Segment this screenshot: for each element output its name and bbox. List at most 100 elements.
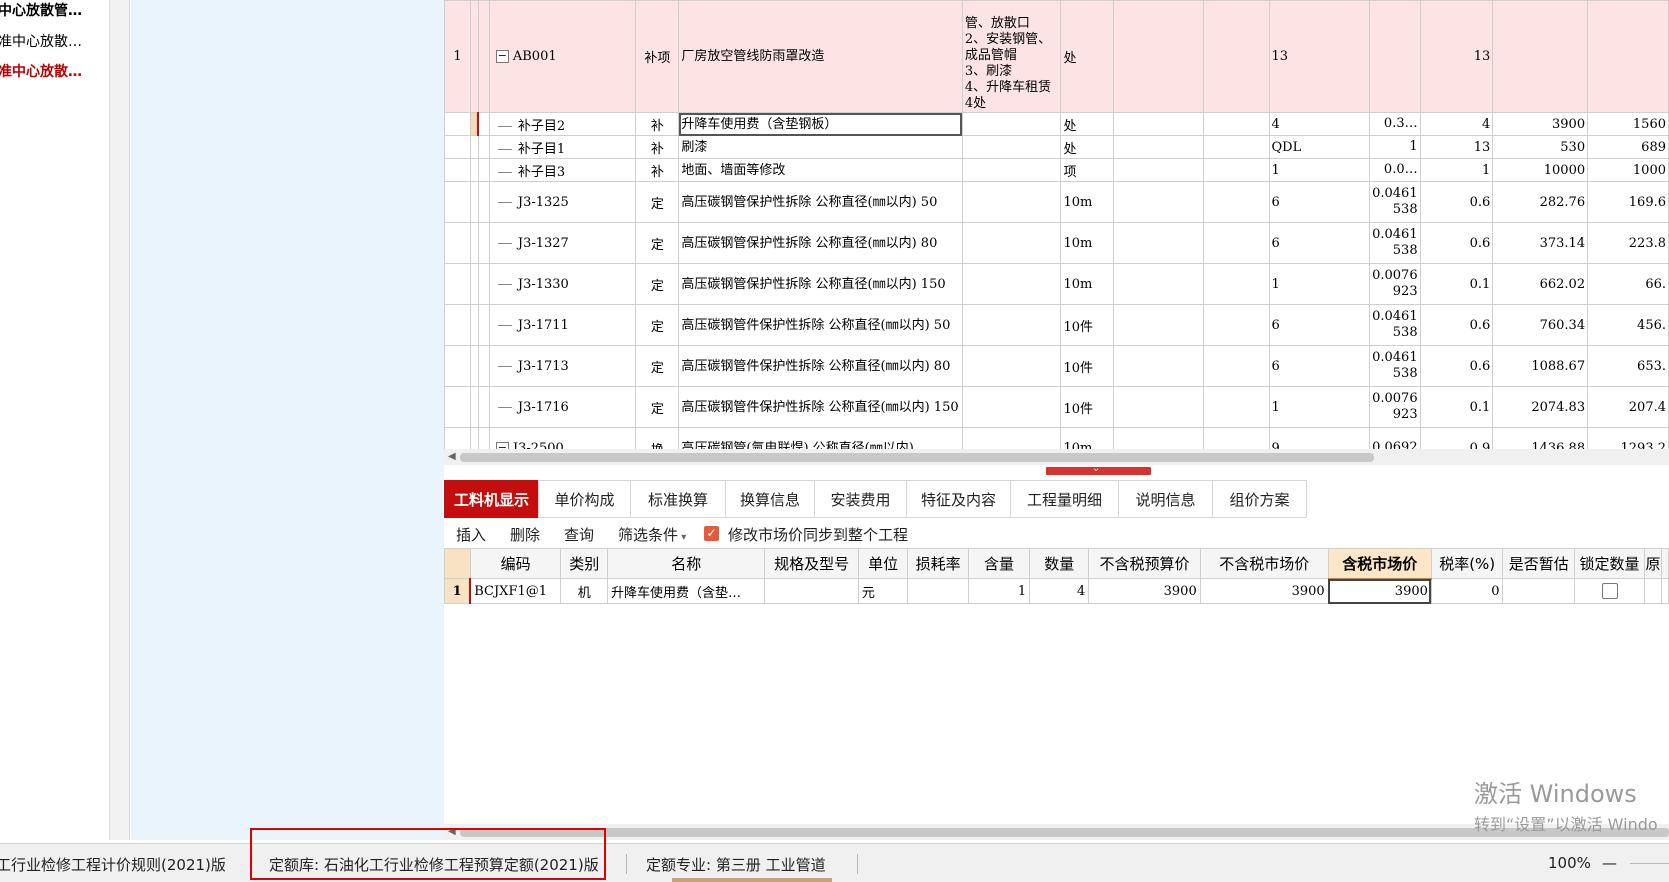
cell-num[interactable]	[444, 222, 471, 264]
cell-c7[interactable]	[1113, 181, 1204, 223]
table-row[interactable]: J3-1327 定高压碳钢管保护性拆除 公称直径(㎜以内) 80 10m 6 0.046…	[444, 222, 1669, 264]
cell-feature[interactable]	[961, 345, 1062, 387]
cell-content[interactable]: 0.0692	[1369, 427, 1421, 449]
cell-c7[interactable]	[1113, 0, 1204, 113]
cell-content[interactable]: 0.0461 538	[1369, 345, 1421, 387]
cell-price[interactable]: 2074.83	[1492, 386, 1589, 428]
table-row[interactable]: 补子目2 补升降车使用费（含垫钢板）处 4 0.3… 4 3900 1560	[444, 112, 1669, 136]
cell-name[interactable]: 升降车使用费（含垫…	[606, 578, 766, 604]
panel-splitter[interactable]	[110, 0, 130, 840]
sync-checkbox[interactable]: ✓	[704, 526, 719, 541]
cell-lock[interactable]	[1574, 578, 1645, 604]
cell-total[interactable]: 1000	[1587, 158, 1669, 182]
cell-num[interactable]	[444, 263, 471, 305]
cell-qty[interactable]: 13	[1419, 135, 1494, 159]
cell-c7[interactable]	[1113, 263, 1204, 305]
cell-feature[interactable]	[961, 181, 1062, 223]
cell-market_price[interactable]: 3900	[1199, 578, 1329, 604]
cell-total[interactable]: 456.	[1587, 304, 1669, 346]
cell-type[interactable]: 补	[635, 112, 680, 136]
column-header[interactable]: 编码	[469, 548, 562, 579]
cell-num[interactable]	[444, 158, 471, 182]
cell-num[interactable]: 1	[444, 578, 472, 604]
cell-loss[interactable]	[907, 578, 969, 604]
scrollbar-thumb[interactable]	[460, 453, 1374, 462]
cell-qty_expr[interactable]: 1	[1268, 386, 1371, 428]
table-row[interactable]: J3-1330 定高压碳钢管保护性拆除 公称直径(㎜以内) 150 10m 1 0.00…	[444, 263, 1669, 305]
tab-5[interactable]: 特征及内容	[906, 480, 1011, 518]
cell-total[interactable]: 689	[1587, 135, 1669, 159]
cell-c8[interactable]	[1202, 345, 1270, 387]
cell-c7[interactable]	[1113, 112, 1204, 136]
cell-type[interactable]: 定	[635, 304, 680, 346]
cell-total[interactable]: 223.8	[1587, 222, 1669, 264]
cell-qty[interactable]: 0.6	[1419, 345, 1494, 387]
collapse-icon[interactable]: −	[495, 441, 509, 449]
cell-name[interactable]: 高压碳钢管件保护性拆除 公称直径(㎜以内) 80	[678, 345, 963, 387]
cell-feature[interactable]	[961, 222, 1062, 264]
cell-num[interactable]	[444, 386, 471, 428]
cell-code[interactable]: − AB001	[488, 0, 637, 113]
cell-total[interactable]: 66.	[1587, 263, 1669, 305]
cell-qty[interactable]: 0.6	[1419, 222, 1494, 264]
lock-qty-checkbox[interactable]	[1601, 583, 1618, 599]
cell-type[interactable]: 补	[635, 135, 680, 159]
cell-name[interactable]: 高压碳钢管(氩电联焊) 公称直径(㎜以内)	[678, 427, 963, 449]
cell-c7[interactable]	[1113, 135, 1204, 159]
cell-total[interactable]: 653.	[1587, 345, 1669, 387]
collapse-icon[interactable]: −	[495, 50, 509, 63]
table-row[interactable]: 1 BCJXF1@1 机升降车使用费（含垫… 元 1 4 3900 3900 3900 0	[444, 578, 1669, 604]
column-header[interactable]: 名称	[606, 548, 766, 579]
column-header[interactable]: 数量	[1029, 548, 1090, 579]
cell-provisional[interactable]	[1502, 578, 1576, 604]
cell-num[interactable]: 1	[444, 0, 471, 113]
tab-2[interactable]: 标准换算	[630, 480, 726, 518]
cell-feature[interactable]	[961, 427, 1062, 449]
cell-type[interactable]: 定	[635, 386, 680, 428]
cell-feature[interactable]	[961, 112, 1062, 136]
cell-qty_expr[interactable]: 9	[1268, 427, 1371, 449]
cell-total[interactable]: 1293.2	[1587, 427, 1669, 449]
cell-code[interactable]: J3-1325	[488, 181, 637, 223]
column-header[interactable]: 单位	[857, 548, 909, 579]
cell-c8[interactable]	[1202, 0, 1270, 113]
cell-name[interactable]: 高压碳钢管保护性拆除 公称直径(㎜以内) 150	[678, 263, 963, 305]
cell-c7[interactable]	[1113, 427, 1204, 449]
cell-feature[interactable]	[961, 304, 1062, 346]
column-header[interactable]: 含量	[967, 548, 1031, 579]
cell-qty_expr[interactable]: 1	[1268, 263, 1371, 305]
upper-horizontal-scrollbar[interactable]: ◀	[444, 449, 1669, 465]
cell-type[interactable]: 补	[635, 158, 680, 182]
cell-content[interactable]: 1	[967, 578, 1031, 604]
pane-resize-handle[interactable]: ⌄	[1046, 463, 1151, 475]
filter-dropdown[interactable]: 筛选条件 ▾	[618, 524, 686, 545]
table-row[interactable]: 补子目3 补地面、墙面等修改项 1 0.0… 1 10000 1000	[444, 158, 1669, 182]
cell-unit[interactable]: 10m	[1060, 222, 1115, 264]
cell-code[interactable]: J3-1711	[488, 304, 637, 346]
cell-code[interactable]: J3-1716	[488, 386, 637, 428]
cell-price[interactable]: 373.14	[1492, 222, 1589, 264]
cell-unit[interactable]: 10件	[1060, 345, 1115, 387]
cell-c7[interactable]	[1113, 345, 1204, 387]
column-header[interactable]: 规格及型号	[764, 548, 859, 579]
cell-c8[interactable]	[1202, 263, 1270, 305]
cell-qty[interactable]: 0.1	[1419, 386, 1494, 428]
cell-qty_expr[interactable]: 13	[1268, 0, 1371, 113]
cell-c8[interactable]	[1202, 135, 1270, 159]
cell-code[interactable]: BCJXF1@1	[469, 578, 562, 604]
table-row[interactable]: −J3-2500换高压碳钢管(氩电联焊) 公称直径(㎜以内)10m90.0692…	[444, 427, 1669, 449]
cell-price[interactable]: 1088.67	[1492, 345, 1589, 387]
tab-0[interactable]: 工料机显示	[444, 480, 539, 518]
tab-8[interactable]: 组价方案	[1212, 480, 1307, 518]
cell-price[interactable]: 1436.88	[1492, 427, 1589, 449]
insert-button[interactable]: 插入	[456, 524, 486, 545]
cell-content[interactable]: 0.0461 538	[1369, 304, 1421, 346]
cell-price[interactable]: 662.02	[1492, 263, 1589, 305]
table-row[interactable]: J3-1716 定高压碳钢管件保护性拆除 公称直径(㎜以内) 150 10件 1 0.0…	[444, 386, 1669, 428]
column-header[interactable]: 税率(%)	[1430, 548, 1504, 579]
cell-feature[interactable]	[961, 263, 1062, 305]
cell-total[interactable]	[1587, 0, 1669, 113]
cell-type[interactable]: 定	[635, 222, 680, 264]
cell-c8[interactable]	[1202, 181, 1270, 223]
cell-price[interactable]: 3900	[1492, 112, 1589, 136]
